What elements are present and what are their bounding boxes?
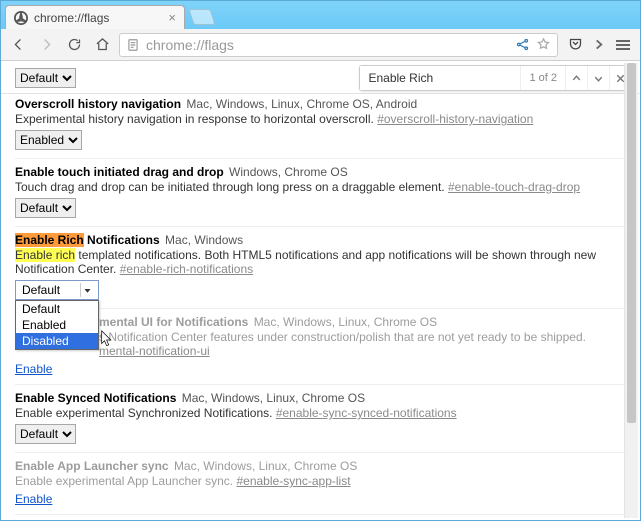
flag-hash-link[interactable]: #enable-touch-drag-drop bbox=[448, 180, 580, 194]
flag-hash-link[interactable]: #enable-rich-notifications bbox=[120, 262, 253, 276]
flag-platforms: Mac, Windows, Linux, Chrome OS bbox=[254, 315, 437, 329]
menu-button[interactable] bbox=[612, 34, 634, 56]
flag-title: Enable Synced Notifications bbox=[15, 391, 176, 405]
tab-close-icon[interactable]: × bbox=[168, 10, 176, 25]
flag-synced-notifications: Enable Synced Notifications Mac, Windows… bbox=[15, 385, 626, 453]
forward-button[interactable] bbox=[35, 34, 57, 56]
flag-select-overscroll[interactable]: Enabled bbox=[15, 130, 82, 150]
find-input[interactable] bbox=[360, 66, 520, 90]
dropdown-option-disabled[interactable]: Disabled bbox=[16, 333, 98, 349]
dropdown-toggle[interactable]: Default bbox=[15, 280, 99, 300]
dropdown-option-enabled[interactable]: Enabled bbox=[16, 317, 98, 333]
flag-title: Overscroll history navigation bbox=[15, 97, 181, 111]
flag-desc: Enable rich templated notifications. Bot… bbox=[15, 248, 626, 276]
flag-platforms: Mac, Windows, Linux, Chrome OS bbox=[182, 391, 365, 405]
flag-platforms: Mac, Windows bbox=[165, 233, 243, 247]
flag-hash-link[interactable]: mental-notification-ui bbox=[99, 344, 210, 358]
bookmark-star-icon[interactable] bbox=[536, 37, 551, 52]
flag-desc: Enable experimental App Launcher sync. #… bbox=[15, 474, 626, 488]
enable-link[interactable]: Enable bbox=[15, 492, 52, 506]
flag-desc: Experimental history navigation in respo… bbox=[15, 112, 626, 126]
flag-touch-dnd: Enable touch initiated drag and drop Win… bbox=[15, 159, 626, 227]
flag-select-synced-notifications[interactable]: Default bbox=[15, 424, 76, 444]
tab-strip: chrome://flags × bbox=[1, 1, 640, 29]
new-tab-button[interactable] bbox=[188, 9, 215, 25]
flag-title: Enable touch initiated drag and drop bbox=[15, 165, 224, 179]
chevron-down-icon bbox=[80, 283, 94, 297]
hamburger-icon bbox=[616, 40, 630, 50]
top-default-select[interactable]: Default bbox=[15, 68, 76, 88]
flag-platforms: Mac, Windows, Linux, Chrome OS, Android bbox=[186, 97, 417, 111]
reload-button[interactable] bbox=[63, 34, 85, 56]
flag-desc: Enable experimental Synchronized Notific… bbox=[15, 406, 626, 420]
pocket-icon[interactable] bbox=[564, 34, 586, 56]
flag-experimental-notification-ui: mental UI for Notifications Mac, Windows… bbox=[15, 309, 626, 385]
flag-select-touch-dnd[interactable]: Default bbox=[15, 198, 76, 218]
radiation-icon bbox=[14, 11, 28, 25]
dropdown-option-default[interactable]: Default bbox=[16, 301, 98, 317]
flag-desc: s Notification Center features under con… bbox=[99, 330, 626, 344]
browser-tab[interactable]: chrome://flags × bbox=[5, 5, 185, 29]
browser-window: chrome://flags × bbox=[0, 0, 641, 521]
top-row: Default 1 of 2 bbox=[1, 61, 640, 94]
flags-content: Overscroll history navigation Mac, Windo… bbox=[1, 91, 640, 520]
flag-platforms: Mac, Windows, Linux, Chrome OS bbox=[174, 459, 357, 473]
dropdown-list: Default Enabled Disabled bbox=[15, 300, 99, 350]
flag-hash-link[interactable]: #enable-sync-app-list bbox=[236, 474, 350, 488]
home-button[interactable] bbox=[91, 34, 113, 56]
flag-hash-link[interactable]: #overscroll-history-navigation bbox=[377, 112, 533, 126]
url-input[interactable] bbox=[146, 37, 509, 53]
extensions-chevron-icon[interactable] bbox=[592, 34, 606, 56]
find-count: 1 of 2 bbox=[520, 66, 565, 90]
flag-title: Enable Rich Notifications bbox=[15, 233, 160, 247]
enable-link[interactable]: Enable bbox=[15, 362, 52, 376]
flag-hash-link[interactable]: #enable-sync-synced-notifications bbox=[276, 406, 457, 420]
back-button[interactable] bbox=[7, 34, 29, 56]
flag-overscroll: Overscroll history navigation Mac, Windo… bbox=[15, 91, 626, 159]
page-icon bbox=[126, 38, 140, 52]
flag-select-rich-notifications[interactable]: Default Default Enabled Disabled bbox=[15, 280, 626, 300]
flag-title: Enable App Launcher sync bbox=[15, 459, 169, 473]
toolbar bbox=[1, 29, 640, 61]
flag-app-launcher-sync: Enable App Launcher sync Mac, Windows, L… bbox=[15, 453, 626, 515]
address-bar[interactable] bbox=[119, 33, 558, 57]
find-prev-button[interactable] bbox=[565, 66, 587, 90]
flag-rich-notifications: Enable Rich Notifications Mac, Windows E… bbox=[15, 227, 626, 309]
flag-title: mental UI for Notifications bbox=[99, 315, 248, 329]
find-next-button[interactable] bbox=[587, 66, 609, 90]
flag-platforms: Windows, Chrome OS bbox=[229, 165, 348, 179]
flag-desc: Touch drag and drop can be initiated thr… bbox=[15, 180, 626, 194]
share-icon[interactable] bbox=[515, 37, 530, 52]
tab-title: chrome://flags bbox=[34, 11, 109, 25]
flag-disable-full-history-sync: Disable full history sync Mac, Windows, … bbox=[15, 515, 626, 520]
find-in-page-bar: 1 of 2 bbox=[359, 65, 632, 91]
